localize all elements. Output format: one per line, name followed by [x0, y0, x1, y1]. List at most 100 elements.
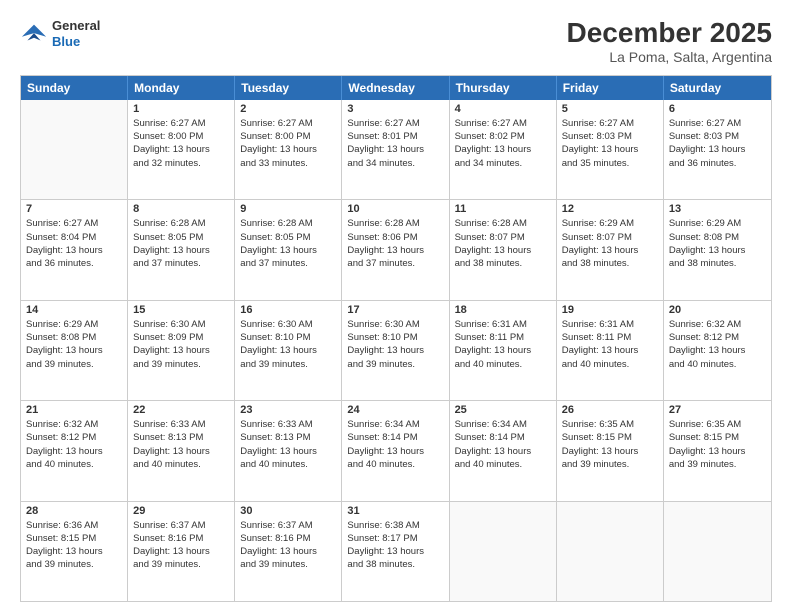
header-saturday: Saturday — [664, 76, 771, 100]
calendar-week-5: 28 Sunrise: 6:36 AM Sunset: 8:15 PM Dayli… — [21, 501, 771, 601]
calendar-title: December 2025 — [567, 18, 772, 49]
day-info: Sunrise: 6:34 AM Sunset: 8:14 PM Dayligh… — [455, 418, 551, 471]
calendar-cell: 31 Sunrise: 6:38 AM Sunset: 8:17 PM Dayli… — [342, 502, 449, 601]
calendar-cell: 16Sunrise: 6:30 AM Sunset: 8:10 PM Dayli… — [235, 301, 342, 400]
day-info: Sunrise: 6:28 AM Sunset: 8:05 PM Dayligh… — [133, 217, 229, 270]
day-number: 1 — [133, 103, 229, 115]
calendar-cell: 25 Sunrise: 6:34 AM Sunset: 8:14 PM Dayli… — [450, 401, 557, 500]
day-info: Sunrise: 6:28 AM Sunset: 8:06 PM Dayligh… — [347, 217, 443, 270]
calendar-cell: 3 Sunrise: 6:27 AM Sunset: 8:01 PM Daylig… — [342, 100, 449, 199]
calendar-cell — [664, 502, 771, 601]
header-wednesday: Wednesday — [342, 76, 449, 100]
day-info: Sunrise: 6:37 AM Sunset: 8:16 PM Dayligh… — [240, 519, 336, 572]
calendar-cell: 14Sunrise: 6:29 AM Sunset: 8:08 PM Dayli… — [21, 301, 128, 400]
calendar-cell: 26 Sunrise: 6:35 AM Sunset: 8:15 PM Dayli… — [557, 401, 664, 500]
day-info: Sunrise: 6:27 AM Sunset: 8:03 PM Dayligh… — [562, 117, 658, 170]
calendar-cell: 12 Sunrise: 6:29 AM Sunset: 8:07 PM Dayli… — [557, 200, 664, 299]
header-monday: Monday — [128, 76, 235, 100]
calendar-cell: 5 Sunrise: 6:27 AM Sunset: 8:03 PM Daylig… — [557, 100, 664, 199]
calendar-cell: 17 Sunrise: 6:30 AM Sunset: 8:10 PM Dayli… — [342, 301, 449, 400]
calendar-cell: 28 Sunrise: 6:36 AM Sunset: 8:15 PM Dayli… — [21, 502, 128, 601]
day-number: 24 — [347, 404, 443, 416]
day-number: 6 — [669, 103, 766, 115]
day-info: Sunrise: 6:27 AM Sunset: 8:01 PM Dayligh… — [347, 117, 443, 170]
day-number: 19 — [562, 304, 658, 316]
header: General Blue December 2025 La Poma, Salt… — [20, 18, 772, 65]
day-number: 20 — [669, 304, 766, 316]
calendar-cell: 8 Sunrise: 6:28 AM Sunset: 8:05 PM Daylig… — [128, 200, 235, 299]
day-info: Sunrise: 6:30 AM Sunset: 8:10 PM Dayligh… — [347, 318, 443, 371]
day-number: 31 — [347, 505, 443, 517]
calendar-cell: 1 Sunrise: 6:27 AM Sunset: 8:00 PM Daylig… — [128, 100, 235, 199]
header-sunday: Sunday — [21, 76, 128, 100]
day-number: 18 — [455, 304, 551, 316]
calendar-cell: 30 Sunrise: 6:37 AM Sunset: 8:16 PM Dayli… — [235, 502, 342, 601]
calendar-subtitle: La Poma, Salta, Argentina — [567, 49, 772, 65]
day-info: Sunrise: 6:33 AM Sunset: 8:13 PM Dayligh… — [133, 418, 229, 471]
day-number: 10 — [347, 203, 443, 215]
title-block: December 2025 La Poma, Salta, Argentina — [567, 18, 772, 65]
day-number: 2 — [240, 103, 336, 115]
day-info: Sunrise: 6:35 AM Sunset: 8:15 PM Dayligh… — [562, 418, 658, 471]
calendar-body: 1 Sunrise: 6:27 AM Sunset: 8:00 PM Daylig… — [21, 100, 771, 601]
logo-icon — [20, 20, 48, 48]
day-number: 16 — [240, 304, 336, 316]
day-info: Sunrise: 6:33 AM Sunset: 8:13 PM Dayligh… — [240, 418, 336, 471]
day-number: 29 — [133, 505, 229, 517]
calendar-week-1: 1 Sunrise: 6:27 AM Sunset: 8:00 PM Daylig… — [21, 100, 771, 199]
calendar-cell: 4Sunrise: 6:27 AM Sunset: 8:02 PM Daylig… — [450, 100, 557, 199]
day-number: 9 — [240, 203, 336, 215]
calendar-cell: 10 Sunrise: 6:28 AM Sunset: 8:06 PM Dayli… — [342, 200, 449, 299]
day-info: Sunrise: 6:28 AM Sunset: 8:07 PM Dayligh… — [455, 217, 551, 270]
calendar-cell: 2 Sunrise: 6:27 AM Sunset: 8:00 PM Daylig… — [235, 100, 342, 199]
day-number: 7 — [26, 203, 122, 215]
day-info: Sunrise: 6:31 AM Sunset: 8:11 PM Dayligh… — [562, 318, 658, 371]
calendar-cell: 19 Sunrise: 6:31 AM Sunset: 8:11 PM Dayli… — [557, 301, 664, 400]
calendar-cell: 22 Sunrise: 6:33 AM Sunset: 8:13 PM Dayli… — [128, 401, 235, 500]
day-number: 13 — [669, 203, 766, 215]
calendar-cell: 7 Sunrise: 6:27 AM Sunset: 8:04 PM Daylig… — [21, 200, 128, 299]
day-info: Sunrise: 6:28 AM Sunset: 8:05 PM Dayligh… — [240, 217, 336, 270]
calendar: Sunday Monday Tuesday Wednesday Thursday… — [20, 75, 772, 602]
day-info: Sunrise: 6:27 AM Sunset: 8:00 PM Dayligh… — [240, 117, 336, 170]
day-number: 8 — [133, 203, 229, 215]
day-info: Sunrise: 6:29 AM Sunset: 8:07 PM Dayligh… — [562, 217, 658, 270]
day-number: 5 — [562, 103, 658, 115]
day-number: 30 — [240, 505, 336, 517]
day-number: 22 — [133, 404, 229, 416]
day-info: Sunrise: 6:27 AM Sunset: 8:02 PM Dayligh… — [455, 117, 551, 170]
day-number: 23 — [240, 404, 336, 416]
day-number: 25 — [455, 404, 551, 416]
calendar-cell: 9 Sunrise: 6:28 AM Sunset: 8:05 PM Daylig… — [235, 200, 342, 299]
day-number: 28 — [26, 505, 122, 517]
logo-blue: Blue — [52, 34, 100, 50]
day-info: Sunrise: 6:36 AM Sunset: 8:15 PM Dayligh… — [26, 519, 122, 572]
day-info: Sunrise: 6:32 AM Sunset: 8:12 PM Dayligh… — [26, 418, 122, 471]
calendar-cell — [557, 502, 664, 601]
calendar-cell: 27Sunrise: 6:35 AM Sunset: 8:15 PM Dayli… — [664, 401, 771, 500]
day-info: Sunrise: 6:31 AM Sunset: 8:11 PM Dayligh… — [455, 318, 551, 371]
calendar-cell: 13Sunrise: 6:29 AM Sunset: 8:08 PM Dayli… — [664, 200, 771, 299]
calendar-cell — [450, 502, 557, 601]
calendar-cell: 29Sunrise: 6:37 AM Sunset: 8:16 PM Dayli… — [128, 502, 235, 601]
day-number: 14 — [26, 304, 122, 316]
day-number: 26 — [562, 404, 658, 416]
day-number: 12 — [562, 203, 658, 215]
calendar-cell: 24Sunrise: 6:34 AM Sunset: 8:14 PM Dayli… — [342, 401, 449, 500]
day-info: Sunrise: 6:27 AM Sunset: 8:00 PM Dayligh… — [133, 117, 229, 170]
day-info: Sunrise: 6:38 AM Sunset: 8:17 PM Dayligh… — [347, 519, 443, 572]
logo: General Blue — [20, 18, 100, 49]
day-number: 17 — [347, 304, 443, 316]
calendar-week-4: 21Sunrise: 6:32 AM Sunset: 8:12 PM Dayli… — [21, 400, 771, 500]
day-info: Sunrise: 6:27 AM Sunset: 8:04 PM Dayligh… — [26, 217, 122, 270]
calendar-header: Sunday Monday Tuesday Wednesday Thursday… — [21, 76, 771, 100]
day-info: Sunrise: 6:35 AM Sunset: 8:15 PM Dayligh… — [669, 418, 766, 471]
calendar-cell: 18 Sunrise: 6:31 AM Sunset: 8:11 PM Dayli… — [450, 301, 557, 400]
calendar-cell: 11Sunrise: 6:28 AM Sunset: 8:07 PM Dayli… — [450, 200, 557, 299]
calendar-cell: 15Sunrise: 6:30 AM Sunset: 8:09 PM Dayli… — [128, 301, 235, 400]
logo-text: General Blue — [52, 18, 100, 49]
calendar-cell: 6Sunrise: 6:27 AM Sunset: 8:03 PM Daylig… — [664, 100, 771, 199]
calendar-week-2: 7 Sunrise: 6:27 AM Sunset: 8:04 PM Daylig… — [21, 199, 771, 299]
day-number: 15 — [133, 304, 229, 316]
day-number: 3 — [347, 103, 443, 115]
